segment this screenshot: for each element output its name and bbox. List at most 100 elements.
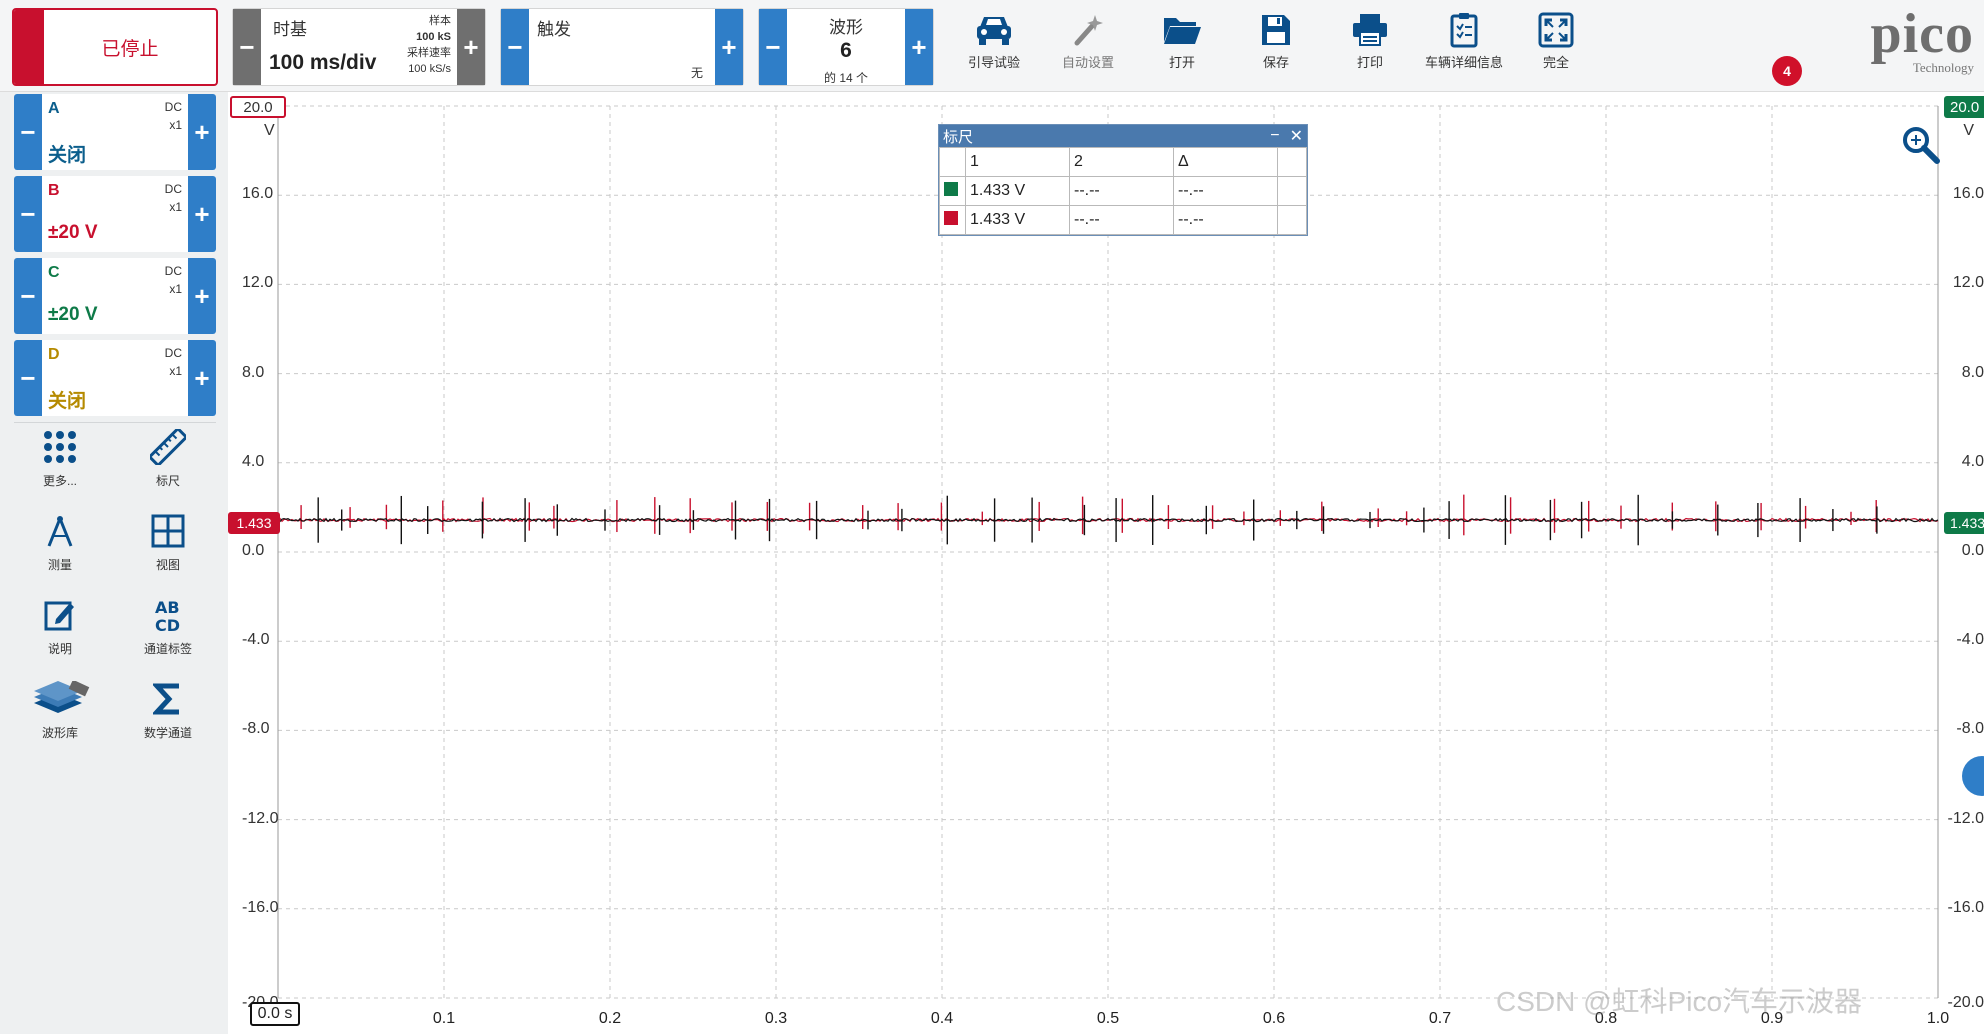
timebase-decrease-button[interactable]: − xyxy=(233,9,261,85)
y-min-label-right: -20.0 xyxy=(1947,994,1984,1011)
x-tick-label: 0.2 xyxy=(598,1010,622,1027)
y-tick-label-right: 16.0 xyxy=(1952,185,1984,203)
channel-b-probe-text: x1 xyxy=(169,200,182,214)
more-button[interactable]: 更多... xyxy=(18,422,102,489)
magic-wand-icon xyxy=(1046,8,1130,52)
open-button[interactable]: 打开 xyxy=(1140,8,1224,82)
compass-icon xyxy=(18,506,102,556)
x-tick-label: 1.0 xyxy=(1926,1010,1950,1027)
guided-test-label: 引导试验 xyxy=(967,55,1020,70)
notes-button[interactable]: 说明 xyxy=(18,590,102,657)
stop-indicator xyxy=(14,10,44,84)
timebase-control: − 时基 100 ms/div 样本 100 kS 采样速率 100 kS/s … xyxy=(232,8,486,86)
vehicle-details-button[interactable]: 车辆详细信息 xyxy=(1422,8,1506,82)
x-tick-label: 0.3 xyxy=(764,1010,788,1027)
y-tick-label-left: -8.0 xyxy=(242,720,270,738)
x-tick-label: 0.4 xyxy=(930,1010,954,1027)
ruler-row-value-1: 1.433 V xyxy=(965,205,1070,235)
waveform-control: − 波形 6 的 14 个 + xyxy=(758,8,934,86)
channel-a-increase-button[interactable]: + xyxy=(188,94,216,170)
channel-b-coupling-text: DC xyxy=(164,182,182,196)
save-button[interactable]: 保存 xyxy=(1234,8,1318,82)
channel-c-increase-button[interactable]: + xyxy=(188,258,216,334)
channel-a-probe-text: x1 xyxy=(169,118,182,132)
trigger-increase-button[interactable]: + xyxy=(715,9,743,85)
channel-c-coupling[interactable]: DC x1 xyxy=(165,262,182,298)
print-button[interactable]: 打印 xyxy=(1328,8,1412,82)
channel-b-swatch xyxy=(944,210,958,225)
ruler-header-extra xyxy=(1277,147,1307,177)
math-channels-button[interactable]: 数学通道 xyxy=(126,674,210,741)
more-label: 更多... xyxy=(42,474,77,488)
ruler-table: 1 2 Δ 1.433 V --.-- --.-- 1.433 V --.-- xyxy=(939,147,1307,235)
channel-a-coupling[interactable]: DC x1 xyxy=(165,98,182,134)
channel-b-coupling[interactable]: DC x1 xyxy=(165,180,182,216)
waveform-next-button[interactable]: + xyxy=(905,9,933,85)
channel-b-increase-button[interactable]: + xyxy=(188,176,216,252)
timebase-value[interactable]: 100 ms/div xyxy=(269,51,376,75)
channel-c-max-marker[interactable]: 20.0 xyxy=(1944,96,1984,118)
channel-d-coupling[interactable]: DC x1 xyxy=(165,344,182,380)
trigger-decrease-button[interactable]: − xyxy=(501,9,529,85)
ruler-row: 1.433 V --.-- --.-- xyxy=(939,205,1307,235)
fullscreen-button[interactable]: 完全 xyxy=(1514,8,1598,82)
guided-test-button[interactable]: 引导试验 xyxy=(952,8,1036,82)
channel-d-decrease-button[interactable]: − xyxy=(14,340,42,416)
waveform-library-button[interactable]: 波形库 xyxy=(18,674,102,741)
grid-view-icon xyxy=(126,506,210,556)
close-icon[interactable]: ✕ xyxy=(1290,126,1303,146)
folder-open-icon xyxy=(1140,8,1224,52)
channel-labels-label: 通道标签 xyxy=(143,642,192,656)
channel-b-level-marker[interactable]: 1.433 xyxy=(228,512,280,534)
measurements-button[interactable]: 测量 xyxy=(18,506,102,573)
waveform-library-icon xyxy=(18,674,102,724)
fullscreen-label: 完全 xyxy=(1542,55,1569,70)
channel-c-level-marker[interactable]: 1.433 xyxy=(1944,512,1984,534)
minimize-icon[interactable]: − xyxy=(1270,127,1279,145)
samples-value[interactable]: 100 kS xyxy=(407,29,451,45)
views-label: 视图 xyxy=(155,558,180,572)
timebase-increase-button[interactable]: + xyxy=(457,9,485,85)
y-tick-label-left: 0.0 xyxy=(242,542,265,559)
channel-b-decrease-button[interactable]: − xyxy=(14,176,42,252)
rulers-button[interactable]: 标尺 xyxy=(126,422,210,489)
top-toolbar: 已停止 − 时基 100 ms/div 样本 100 kS 采样速率 100 k… xyxy=(0,0,1984,92)
stop-label: 已停止 xyxy=(101,38,159,60)
time-origin-marker[interactable]: 0.0 s xyxy=(250,1002,300,1026)
channel-d-range[interactable]: 关闭 xyxy=(48,386,86,413)
x-tick-label: 0.5 xyxy=(1096,1010,1120,1027)
rulers-label: 标尺 xyxy=(155,474,180,488)
channel-b-max-marker[interactable]: 20.0 xyxy=(230,96,286,118)
zoom-icon[interactable] xyxy=(1902,126,1940,169)
channel-a-range[interactable]: 关闭 xyxy=(48,140,86,167)
views-button[interactable]: 视图 xyxy=(126,506,210,573)
y-tick-label-left: 4.0 xyxy=(242,452,265,470)
ruler-window[interactable]: 标尺 − ✕ 1 2 Δ 1.433 V --.-- --.-- 1.433 V… xyxy=(938,124,1308,236)
svg-text:AB: AB xyxy=(155,598,180,617)
ruler-window-titlebar[interactable]: 标尺 − ✕ xyxy=(939,125,1307,147)
scope-view[interactable]: 16.0 12.0 8.0 4.0 0.0 -4.0 -8.0 -12.0 -16.0 16.0… xyxy=(228,92,1984,1034)
channel-d-increase-button[interactable]: + xyxy=(188,340,216,416)
notification-badge[interactable]: 4 xyxy=(1772,56,1802,86)
channel-b-range[interactable]: ±20 V xyxy=(48,222,98,244)
auto-setup-button[interactable]: 自动设置 xyxy=(1046,8,1130,82)
channel-labels-button[interactable]: AB CD 通道标签 xyxy=(126,590,210,657)
y-tick-label-right: -8.0 xyxy=(1956,720,1984,738)
ruler-header-2: 2 xyxy=(1069,147,1174,177)
ruler-row-value-2: --.-- xyxy=(1069,176,1174,206)
channel-a-decrease-button[interactable]: − xyxy=(14,94,42,170)
run-stop-button[interactable]: 已停止 xyxy=(12,8,218,86)
channel-c-decrease-button[interactable]: − xyxy=(14,258,42,334)
logo-text: pico xyxy=(1870,3,1974,65)
ruler-header-1: 1 xyxy=(965,147,1070,177)
channel-b-control: − B DC x1 ±20 V + xyxy=(14,176,216,252)
notes-icon xyxy=(18,590,102,640)
trigger-mode[interactable]: 无 xyxy=(691,64,703,81)
sample-rate-value: 100 kS/s xyxy=(408,63,451,75)
channel-labels-icon: AB CD xyxy=(126,590,210,640)
ruler-row-value-2: --.-- xyxy=(1069,205,1174,235)
notes-label: 说明 xyxy=(47,642,72,656)
channel-d-control: − D DC x1 关闭 + xyxy=(14,340,216,416)
channel-c-range[interactable]: ±20 V xyxy=(48,304,98,326)
y-tick-label-right: -12.0 xyxy=(1947,809,1984,827)
